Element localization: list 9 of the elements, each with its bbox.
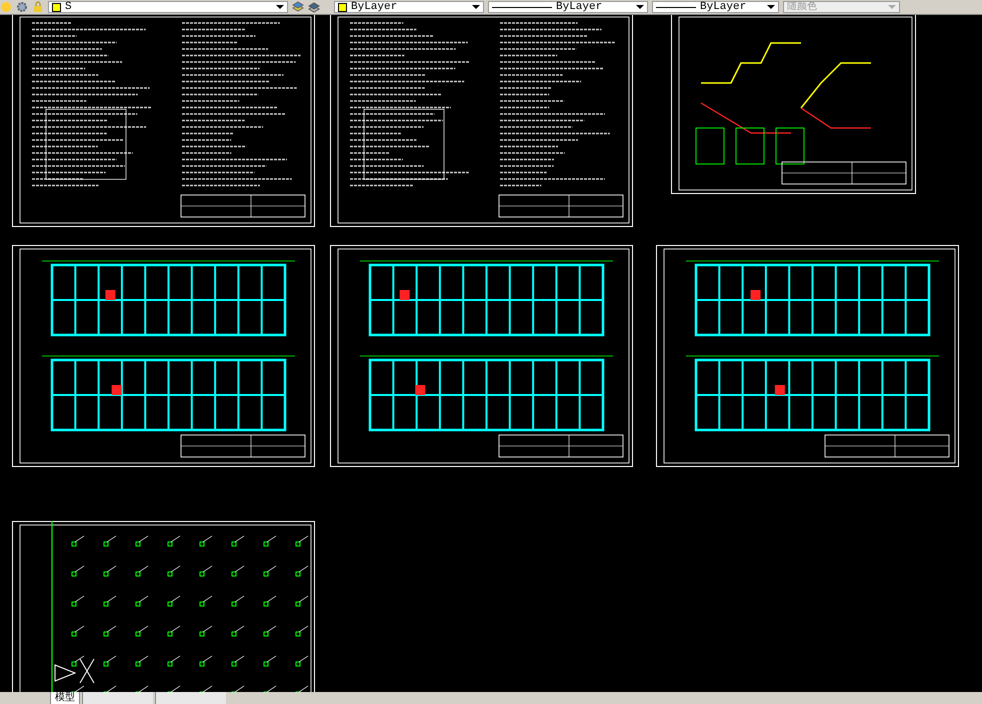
- layout-tab[interactable]: 模型: [50, 692, 80, 704]
- lock-icon[interactable]: [32, 1, 44, 13]
- gear-icon[interactable]: [16, 1, 28, 13]
- layer-stack-icon[interactable]: [308, 1, 320, 13]
- linetype-dropdown[interactable]: ByLayer: [488, 1, 648, 13]
- layer-dropdown[interactable]: S: [48, 1, 288, 13]
- color-dropdown[interactable]: ByLayer: [334, 1, 484, 13]
- lineweight-dropdown[interactable]: ByLayer: [652, 1, 779, 13]
- layer-state-icon[interactable]: [292, 1, 304, 13]
